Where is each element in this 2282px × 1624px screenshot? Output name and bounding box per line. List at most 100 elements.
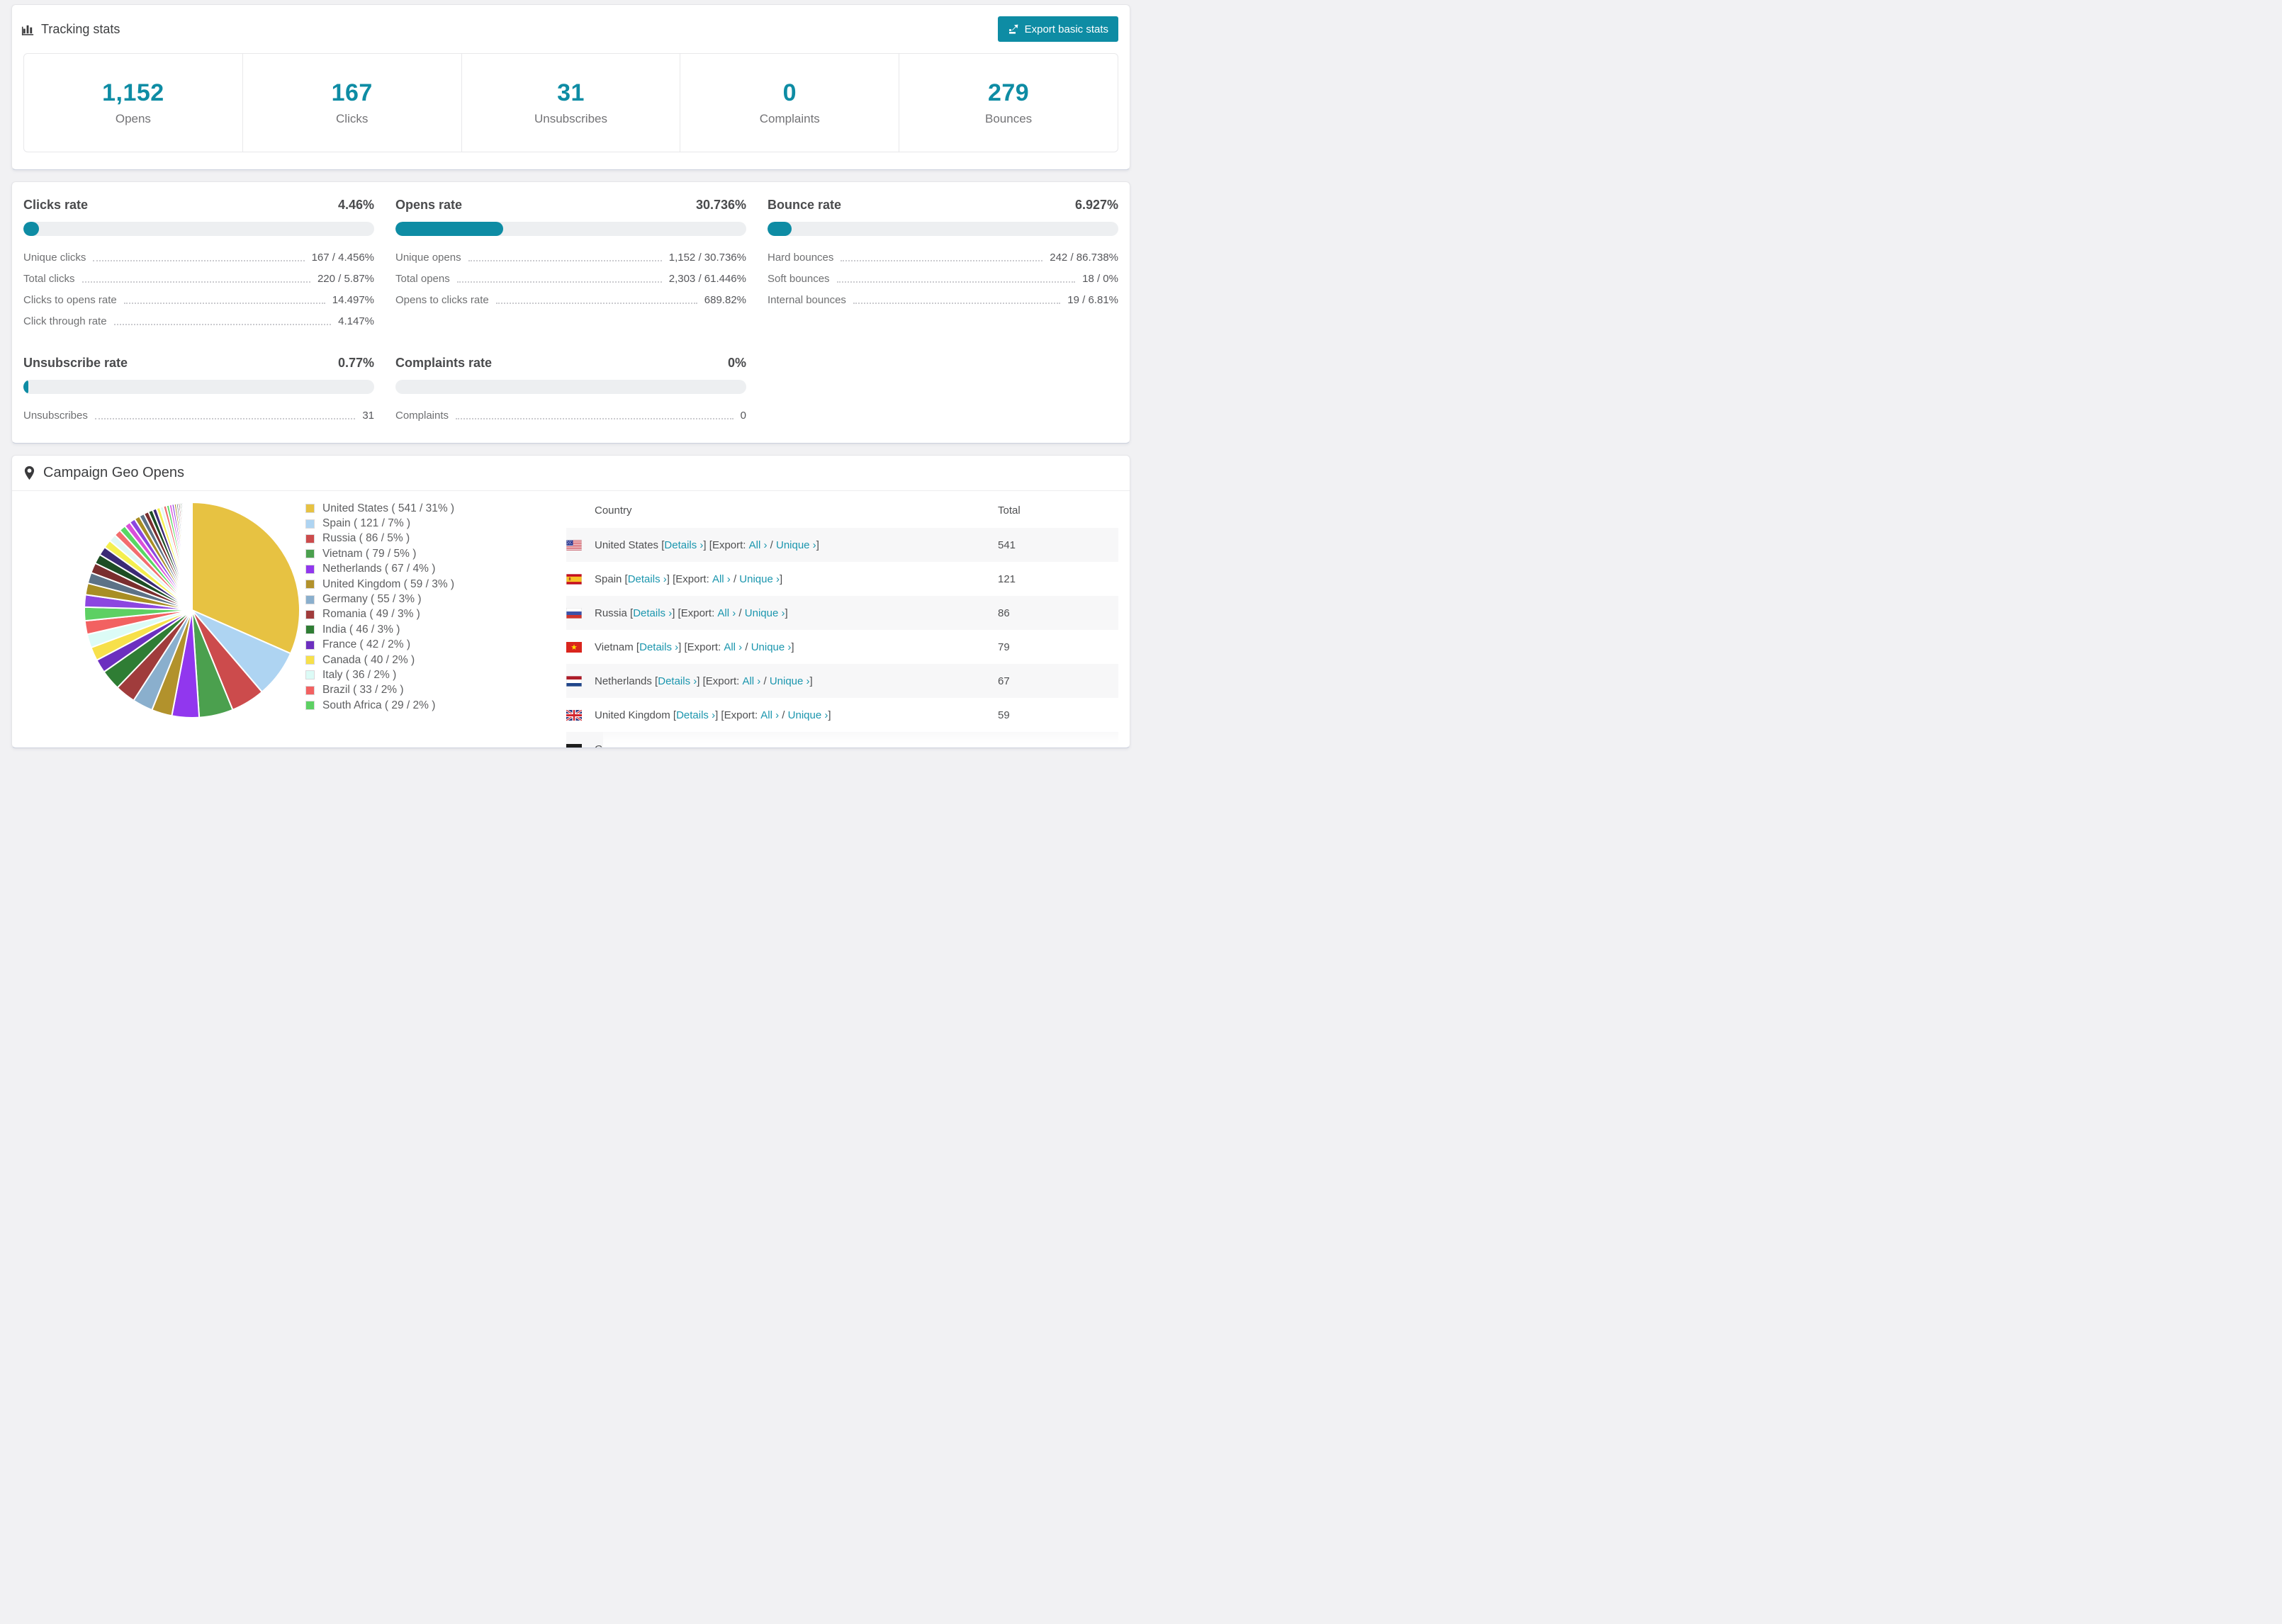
rate-head: Opens rate 30.736% <box>395 198 746 213</box>
link-punctuation: Export: <box>712 538 749 551</box>
us-flag-icon <box>566 539 582 551</box>
legend-item: United Kingdom ( 59 / 3% ) <box>305 577 566 592</box>
link-punctuation: ] <box>809 675 813 687</box>
link-punctuation: ] [ <box>666 573 676 585</box>
legend-label: Romania ( 49 / 3% ) <box>322 608 420 621</box>
export-unique-link[interactable]: Unique › <box>756 743 797 748</box>
detail-label: Unique clicks <box>23 252 86 264</box>
legend-item: Italy ( 36 / 2% ) <box>305 667 566 682</box>
details-link[interactable]: Details › <box>628 573 667 585</box>
progress-fill <box>23 380 28 394</box>
progress-fill <box>395 222 504 236</box>
detail-label: Unsubscribes <box>23 410 88 422</box>
export-all-link[interactable]: All › <box>717 607 736 619</box>
details-link[interactable]: Details › <box>658 675 697 687</box>
link-punctuation: / <box>742 641 751 653</box>
geo-table-header-row: Country Total <box>566 492 1118 528</box>
geo-total-value: 59 <box>998 709 1010 721</box>
detail-value: 1,152 / 30.736% <box>668 252 746 264</box>
detail-label: Total opens <box>395 273 450 285</box>
rate-detail-row: Hard bounces 242 / 86.738% <box>768 252 1118 264</box>
country-name: United States <box>595 538 659 551</box>
rate-panel: Bounce rate 6.927% Hard bounces 242 / 86.73… <box>768 198 1118 327</box>
link-punctuation: ] [ <box>715 709 724 721</box>
rate-detail-row: Total clicks 220 / 5.87% <box>23 273 374 285</box>
geo-table-row: Russia [Details ›] [Export: All › / Uniq… <box>566 596 1118 630</box>
dotted-leader <box>841 260 1043 261</box>
details-link[interactable]: Details › <box>676 709 715 721</box>
export-all-link[interactable]: All › <box>742 675 760 687</box>
legend-item: France ( 42 / 2% ) <box>305 638 566 653</box>
summary-label: Opens <box>115 112 151 125</box>
rate-rows: Unique clicks 167 / 4.456% Total clicks 220… <box>23 252 374 327</box>
dotted-leader <box>123 303 325 304</box>
legend-label: Brazil ( 33 / 2% ) <box>322 684 404 697</box>
details-link[interactable]: Details › <box>633 607 672 619</box>
progress-track <box>395 380 746 394</box>
detail-value: 18 / 0% <box>1082 273 1118 285</box>
country-name: Vietnam <box>595 641 634 653</box>
legend-item: Canada ( 40 / 2% ) <box>305 653 566 667</box>
rate-value: 4.46% <box>337 198 374 212</box>
geo-table-row: United States [Details ›] [Export: All ›… <box>566 528 1118 562</box>
export-unique-link[interactable]: Unique › <box>751 641 792 653</box>
map-pin-icon <box>24 466 35 480</box>
export-all-link[interactable]: All › <box>729 743 747 748</box>
export-unique-link[interactable]: Unique › <box>788 709 828 721</box>
rate-title: Unsubscribe rate <box>23 356 128 370</box>
export-unique-link[interactable]: Unique › <box>739 573 780 585</box>
rate-title: Complaints rate <box>395 356 493 370</box>
link-punctuation: [ <box>622 573 628 585</box>
geo-header: Campaign Geo Opens <box>12 456 1130 491</box>
rate-detail-row: Complaints 0 <box>395 410 746 422</box>
detail-label: Soft bounces <box>768 273 830 285</box>
geo-table-row: Netherlands [Details ›] [Export: All › /… <box>566 664 1118 698</box>
rate-panel: Opens rate 30.736% Unique opens 1,152 / 30.… <box>395 198 746 327</box>
rate-detail-row: Internal bounces 19 / 6.81% <box>768 294 1118 306</box>
rate-detail-row: Unsubscribes 31 <box>23 410 374 422</box>
geo-country-cell: United States [Details ›] [Export: All ›… <box>566 539 998 551</box>
export-all-link[interactable]: All › <box>712 573 731 585</box>
detail-label: Total clicks <box>23 273 75 285</box>
geo-pie-chart <box>84 501 300 718</box>
legend-label: Russia ( 86 / 5% ) <box>322 532 410 545</box>
link-punctuation: Export: <box>692 743 729 748</box>
link-punctuation: / <box>767 538 776 551</box>
legend-swatch <box>305 534 315 543</box>
dotted-leader <box>836 281 1076 283</box>
legend-swatch <box>305 625 315 635</box>
legend-item: Spain ( 121 / 7% ) <box>305 516 566 531</box>
detail-value: 242 / 86.738% <box>1050 252 1118 264</box>
export-unique-link[interactable]: Unique › <box>776 539 816 551</box>
summary-label: Unsubscribes <box>534 112 607 125</box>
export-unique-link[interactable]: Unique › <box>770 675 810 687</box>
link-punctuation: ] <box>796 743 799 748</box>
detail-label: Hard bounces <box>768 252 834 264</box>
details-link[interactable]: Details › <box>644 743 683 748</box>
legend-label: France ( 42 / 2% ) <box>322 638 411 651</box>
geo-total-value: 67 <box>998 675 1010 687</box>
detail-value: 220 / 5.87% <box>317 273 374 285</box>
rate-detail-row: Click through rate 4.147% <box>23 315 374 327</box>
legend-swatch <box>305 685 315 695</box>
geo-total-value: 79 <box>998 641 1010 653</box>
details-link[interactable]: Details › <box>639 641 678 653</box>
tracking-stats-card: Tracking stats Export basic stats 1,152 O… <box>11 4 1130 170</box>
export-all-link[interactable]: All › <box>749 539 768 551</box>
link-punctuation: ] <box>791 641 794 653</box>
legend-label: United Kingdom ( 59 / 3% ) <box>322 577 455 590</box>
summary-value: 1,152 <box>102 79 164 106</box>
details-link[interactable]: Details › <box>664 539 703 551</box>
legend-label: Vietnam ( 79 / 5% ) <box>322 547 417 560</box>
export-unique-link[interactable]: Unique › <box>745 607 785 619</box>
export-basic-stats-button[interactable]: Export basic stats <box>997 16 1118 42</box>
geo-table-row: United Kingdom [Details ›] [Export: All … <box>566 698 1118 732</box>
geo-card: Campaign Geo Opens United States ( 541 /… <box>11 455 1130 748</box>
rate-value: 6.927% <box>1074 198 1118 212</box>
dotted-leader <box>456 281 662 283</box>
link-punctuation: [ <box>626 607 634 619</box>
link-punctuation: ] <box>780 573 783 585</box>
export-all-link[interactable]: All › <box>760 709 779 721</box>
legend-swatch <box>305 580 315 590</box>
export-all-link[interactable]: All › <box>724 641 742 653</box>
